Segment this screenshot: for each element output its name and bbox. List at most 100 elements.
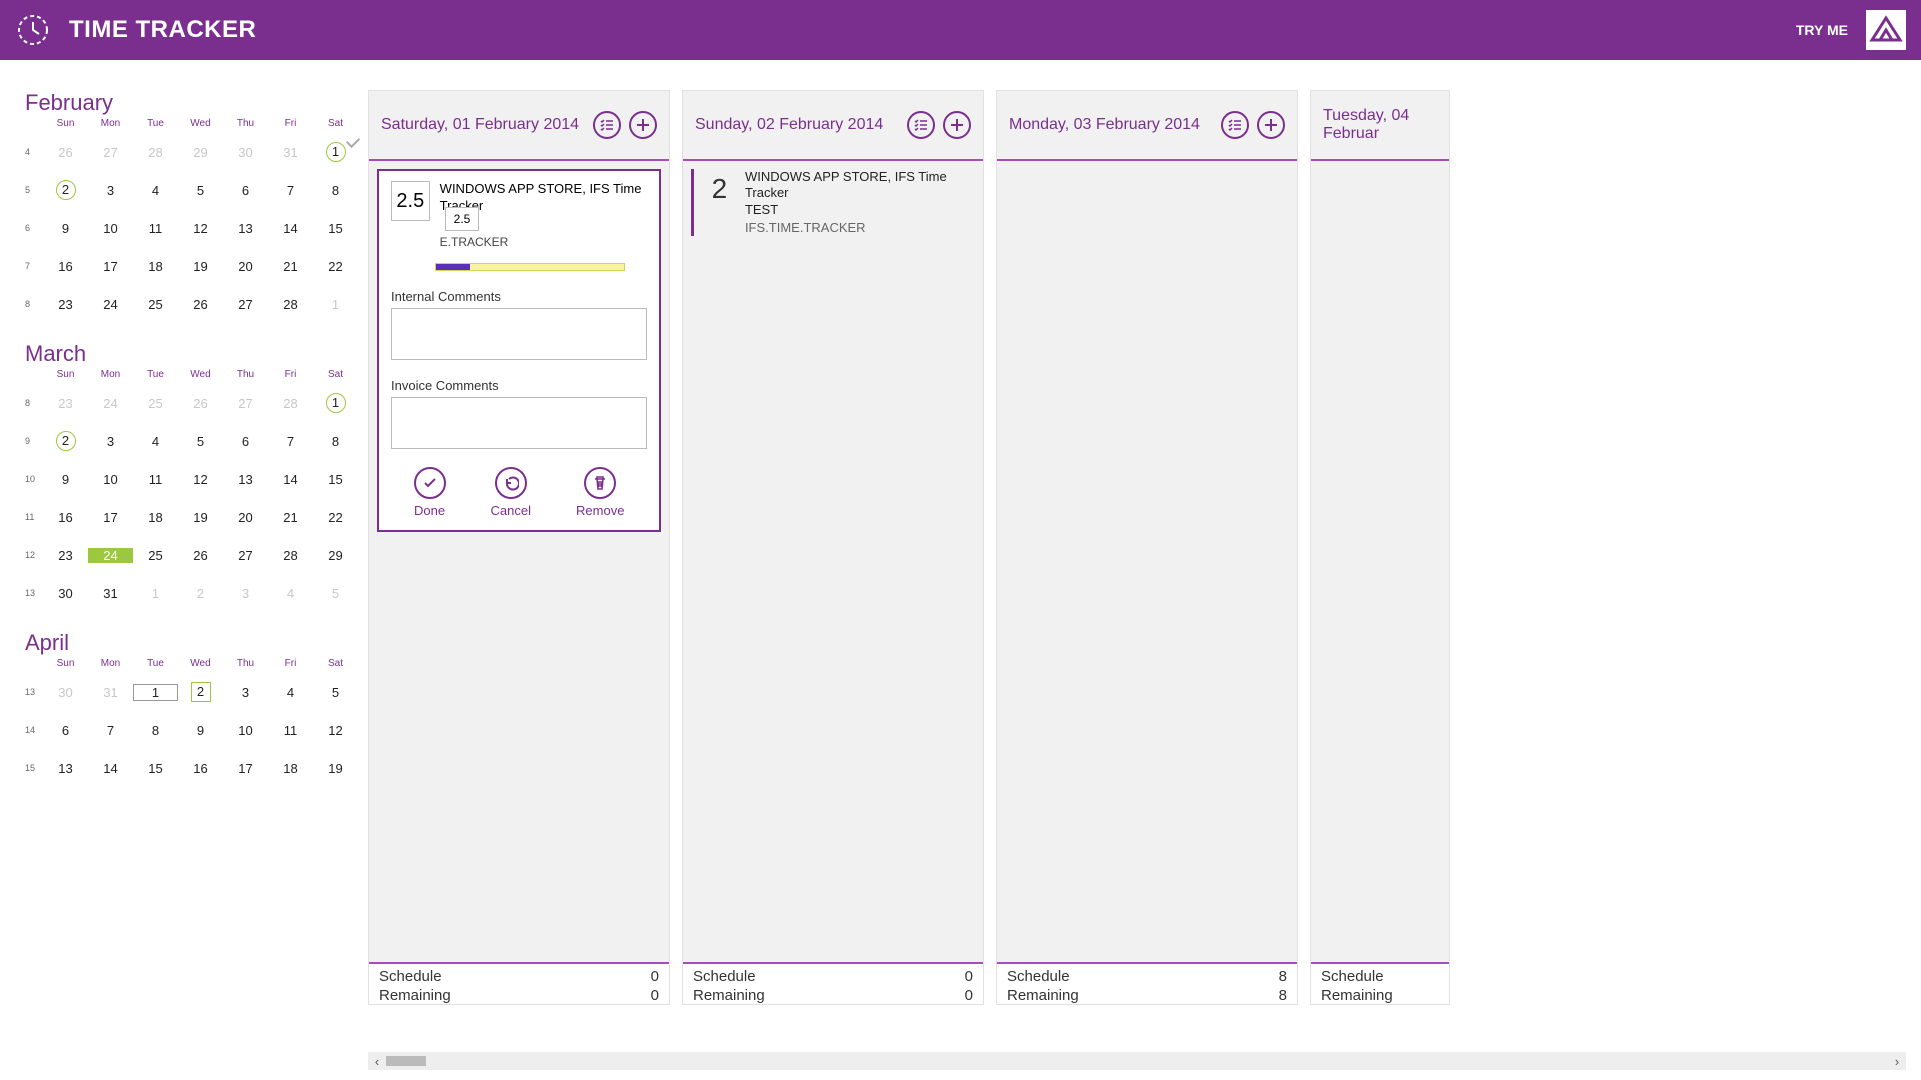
try-me-button[interactable]: TRY ME: [1796, 22, 1848, 38]
calendar-day[interactable]: 6: [223, 434, 268, 449]
calendar-day[interactable]: 15: [133, 761, 178, 776]
calendar-day[interactable]: 25: [133, 297, 178, 312]
calendar-day[interactable]: 30: [223, 145, 268, 160]
calendar-day[interactable]: 8: [133, 723, 178, 738]
calendar-day[interactable]: 12: [313, 723, 358, 738]
calendar-day[interactable]: 2: [178, 682, 223, 702]
brand-icon[interactable]: [1866, 10, 1906, 50]
scroll-right-icon[interactable]: ›: [1888, 1054, 1906, 1069]
calendar-day[interactable]: 15: [313, 221, 358, 236]
done-button[interactable]: Done: [414, 467, 446, 518]
calendar-day[interactable]: 26: [178, 548, 223, 563]
calendar-day[interactable]: 7: [268, 434, 313, 449]
calendar-day[interactable]: 27: [223, 548, 268, 563]
calendar-day[interactable]: 23: [43, 396, 88, 411]
calendar-day[interactable]: 17: [88, 510, 133, 525]
calendar-day[interactable]: 1: [133, 586, 178, 601]
calendar-day[interactable]: 24: [88, 297, 133, 312]
add-icon[interactable]: [1257, 111, 1285, 139]
checklist-icon[interactable]: [907, 111, 935, 139]
calendar-day[interactable]: 2: [178, 586, 223, 601]
calendar-day[interactable]: 9: [43, 221, 88, 236]
calendar-day[interactable]: 1: [133, 684, 178, 701]
calendar-day[interactable]: 26: [178, 297, 223, 312]
calendar-day[interactable]: 10: [88, 472, 133, 487]
calendar-day[interactable]: 3: [223, 586, 268, 601]
calendar-day[interactable]: 19: [313, 761, 358, 776]
calendar-day[interactable]: 27: [223, 297, 268, 312]
calendar-day[interactable]: 8: [313, 434, 358, 449]
calendar-day[interactable]: 7: [88, 723, 133, 738]
horizontal-scrollbar[interactable]: ‹ ›: [368, 1052, 1906, 1070]
checklist-icon[interactable]: [1221, 111, 1249, 139]
add-icon[interactable]: [943, 111, 971, 139]
calendar-day[interactable]: 5: [313, 586, 358, 601]
calendar-day[interactable]: 4: [268, 586, 313, 601]
calendar-day[interactable]: 29: [178, 145, 223, 160]
hours-slider[interactable]: [435, 263, 625, 271]
calendar-day[interactable]: 14: [268, 472, 313, 487]
calendar-day[interactable]: 3: [223, 685, 268, 700]
calendar-day[interactable]: 2: [43, 180, 88, 200]
calendar-day[interactable]: 8: [313, 183, 358, 198]
calendar-day[interactable]: 18: [133, 259, 178, 274]
cancel-button[interactable]: Cancel: [491, 467, 531, 518]
calendar-day[interactable]: 22: [313, 510, 358, 525]
remove-button[interactable]: Remove: [576, 467, 624, 518]
calendar-day[interactable]: 11: [133, 221, 178, 236]
add-icon[interactable]: [629, 111, 657, 139]
calendar-day[interactable]: 26: [43, 145, 88, 160]
calendar-day[interactable]: 24: [88, 548, 133, 563]
calendar-day[interactable]: 7: [268, 183, 313, 198]
calendar-day[interactable]: 23: [43, 548, 88, 563]
scroll-thumb[interactable]: [386, 1056, 426, 1066]
calendar-day[interactable]: 13: [223, 472, 268, 487]
calendar-day[interactable]: 1: [313, 297, 358, 312]
calendar-day[interactable]: 5: [313, 685, 358, 700]
calendar-day[interactable]: 31: [88, 685, 133, 700]
calendar-day[interactable]: 14: [88, 761, 133, 776]
calendar-day[interactable]: 20: [223, 510, 268, 525]
calendar-day[interactable]: 19: [178, 510, 223, 525]
calendar-day[interactable]: 14: [268, 221, 313, 236]
calendar-day[interactable]: 27: [88, 145, 133, 160]
calendar-day[interactable]: 21: [268, 259, 313, 274]
calendar-day[interactable]: 16: [178, 761, 223, 776]
calendar-day[interactable]: 13: [223, 221, 268, 236]
calendar-day[interactable]: 28: [133, 145, 178, 160]
calendar-day[interactable]: 17: [88, 259, 133, 274]
calendar-day[interactable]: 25: [133, 548, 178, 563]
time-entry[interactable]: 2WINDOWS APP STORE, IFS Time TrackerTEST…: [691, 169, 975, 236]
checklist-icon[interactable]: [593, 111, 621, 139]
calendar-day[interactable]: 18: [268, 761, 313, 776]
calendar-day[interactable]: 5: [178, 434, 223, 449]
calendar-day[interactable]: 10: [223, 723, 268, 738]
calendar-day[interactable]: 9: [43, 472, 88, 487]
calendar-day[interactable]: 12: [178, 472, 223, 487]
calendar-day[interactable]: 21: [268, 510, 313, 525]
calendar-day[interactable]: 1: [313, 142, 358, 162]
calendar-day[interactable]: 18: [133, 510, 178, 525]
calendar-day[interactable]: 31: [88, 586, 133, 601]
time-entry-card[interactable]: 2.5WINDOWS APP STORE, IFS Time TrackerE.…: [377, 169, 661, 532]
calendar-day[interactable]: 2: [43, 431, 88, 451]
hours-input[interactable]: 2.5: [391, 181, 430, 221]
calendar-day[interactable]: 16: [43, 259, 88, 274]
calendar-day[interactable]: 25: [133, 396, 178, 411]
calendar-day[interactable]: 29: [313, 548, 358, 563]
calendar-day[interactable]: 27: [223, 396, 268, 411]
calendar-day[interactable]: 23: [43, 297, 88, 312]
calendar-day[interactable]: 12: [178, 221, 223, 236]
calendar-day[interactable]: 3: [88, 434, 133, 449]
calendar-day[interactable]: 6: [43, 723, 88, 738]
calendar-day[interactable]: 17: [223, 761, 268, 776]
calendar-day[interactable]: 4: [268, 685, 313, 700]
calendar-day[interactable]: 28: [268, 297, 313, 312]
calendar-day[interactable]: 4: [133, 434, 178, 449]
calendar-day[interactable]: 24: [88, 396, 133, 411]
calendar-day[interactable]: 3: [88, 183, 133, 198]
calendar-day[interactable]: 11: [133, 472, 178, 487]
calendar-day[interactable]: 15: [313, 472, 358, 487]
scroll-left-icon[interactable]: ‹: [368, 1054, 386, 1069]
calendar-day[interactable]: 4: [133, 183, 178, 198]
